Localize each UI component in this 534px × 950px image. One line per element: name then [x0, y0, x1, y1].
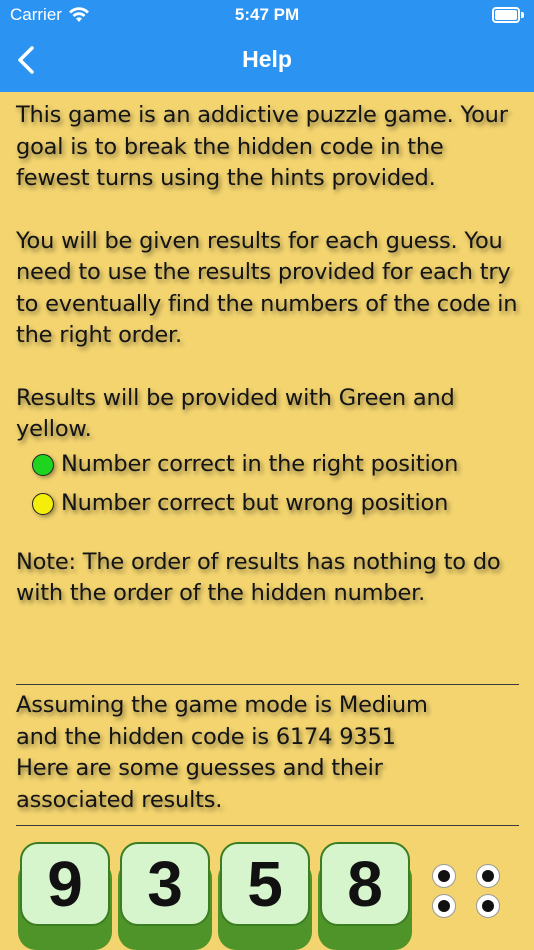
result-peg-icon [432, 894, 456, 918]
guess-row: 9 3 5 8 [18, 840, 518, 950]
yellow-dot-icon [32, 493, 54, 515]
digit-tile-value: 3 [120, 842, 210, 926]
status-bar: Carrier 5:47 PM [0, 0, 534, 30]
results-paragraph: You will be given results for each guess… [16, 227, 518, 349]
digit-tile-value: 9 [20, 842, 110, 926]
example-line: and the hidden code is 6174 9351 [16, 723, 396, 750]
legend-yellow-row: Number correct but wrong position [32, 485, 521, 524]
legend-green-label: Number correct in the right position [61, 451, 459, 478]
digit-tile: 3 [118, 840, 212, 950]
battery-icon [492, 7, 524, 23]
legend-green-row: Number correct in the right position [32, 446, 521, 485]
legend-yellow-label: Number correct but wrong position [61, 490, 449, 517]
help-content: This game is an addictive puzzle game. Y… [16, 100, 521, 610]
result-peg-icon [432, 864, 456, 888]
green-dot-icon [32, 454, 54, 476]
divider-top [16, 684, 519, 685]
digit-tile: 5 [218, 840, 312, 950]
intro-paragraph: This game is an addictive puzzle game. Y… [16, 102, 508, 191]
note-paragraph: Note: The order of results has nothing t… [16, 548, 501, 607]
example-section: Assuming the game mode is Medium and the… [16, 690, 521, 816]
example-line: associated results. [16, 786, 223, 813]
example-line: Assuming the game mode is Medium [16, 692, 428, 718]
navigation-bar: Help [0, 30, 534, 92]
divider-bottom [16, 825, 519, 826]
example-line: Here are some guesses and their [16, 755, 383, 781]
page-title: Help [242, 46, 292, 72]
digit-tile: 9 [18, 840, 112, 950]
digit-tile-value: 8 [320, 842, 410, 926]
status-time: 5:47 PM [234, 5, 300, 24]
digit-tile-value: 5 [220, 842, 310, 926]
result-pegs [432, 864, 502, 924]
result-peg-icon [476, 894, 500, 918]
digit-tile: 8 [318, 840, 412, 950]
result-peg-icon [476, 864, 500, 888]
colors-intro-paragraph: Results will be provided with Green and … [16, 384, 455, 443]
